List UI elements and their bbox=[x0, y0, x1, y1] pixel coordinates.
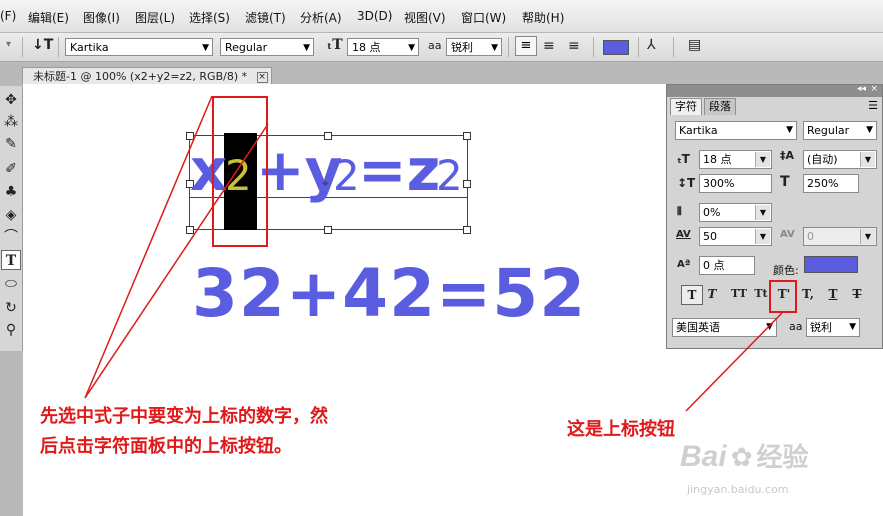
watermark-brand: Bai bbox=[680, 440, 727, 473]
paw-icon: ✿ bbox=[730, 443, 753, 473]
annotation-line-left-1 bbox=[84, 95, 213, 399]
annotation-line-left-2 bbox=[84, 123, 269, 399]
annotation-left-line1: 先选中式子中要变为上标的数字，然 bbox=[40, 406, 328, 427]
watermark-cn: 经验 bbox=[756, 443, 809, 473]
annotation-right: 这是上标按钮 bbox=[567, 419, 675, 440]
watermark-url: jingyan.baidu.com bbox=[687, 483, 789, 496]
annotation-line-right bbox=[685, 312, 783, 412]
annotation-left-line2: 后点击字符面板中的上标按钮。 bbox=[40, 436, 292, 457]
watermark: Bai ✿ 经验 bbox=[680, 437, 809, 474]
